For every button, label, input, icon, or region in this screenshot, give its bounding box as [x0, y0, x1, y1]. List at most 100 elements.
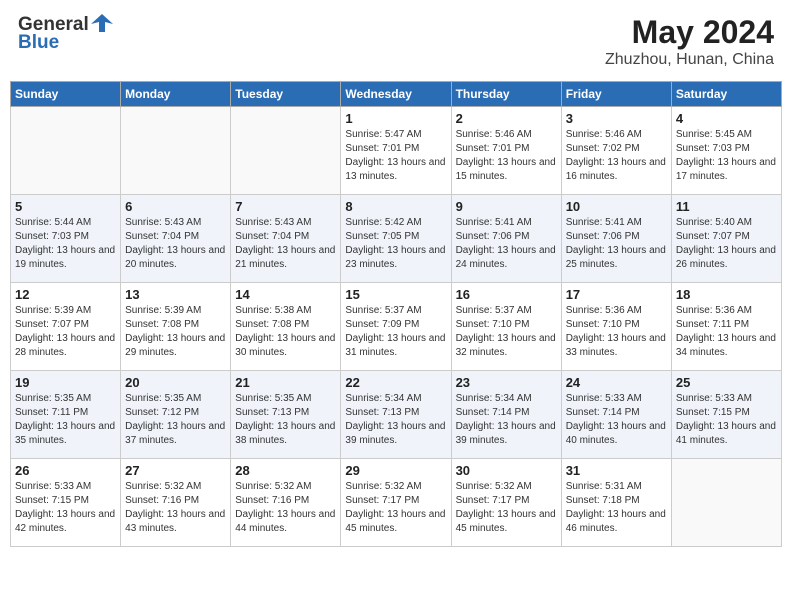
calendar-cell: 17 Sunrise: 5:36 AMSunset: 7:10 PMDayligh…	[561, 283, 671, 371]
day-number: 12	[15, 287, 116, 302]
day-number: 6	[125, 199, 226, 214]
calendar-cell: 31 Sunrise: 5:31 AMSunset: 7:18 PMDayligh…	[561, 459, 671, 547]
cell-info: Sunrise: 5:37 AMSunset: 7:09 PMDaylight:…	[345, 304, 446, 360]
page-header: General Blue May 2024 Zhuzhou, Hunan, Ch…	[10, 10, 782, 73]
cell-info: Sunrise: 5:39 AMSunset: 7:07 PMDaylight:…	[15, 304, 116, 360]
day-number: 4	[676, 111, 777, 126]
calendar-cell: 28Sunrise: 5:32 AMSunset: 7:16 PMDayligh…	[231, 459, 341, 547]
day-number: 10	[566, 199, 667, 214]
day-number: 30	[456, 463, 557, 478]
cell-info: Sunrise: 5:35 AMSunset: 7:12 PMDaylight:…	[125, 392, 226, 448]
cell-info: Sunrise: 5:46 AMSunset: 7:02 PMDaylight:…	[566, 128, 667, 184]
day-number: 14	[235, 287, 336, 302]
calendar-cell	[11, 107, 121, 195]
cell-info: Sunrise: 5:47 AMSunset: 7:01 PMDaylight:…	[345, 128, 446, 184]
calendar-cell: 30 Sunrise: 5:32 AMSunset: 7:17 PMDayligh…	[451, 459, 561, 547]
cell-info: Sunrise: 5:43 AMSunset: 7:04 PMDaylight:…	[125, 216, 226, 272]
calendar-cell: 10 Sunrise: 5:41 AMSunset: 7:06 PMDayligh…	[561, 195, 671, 283]
cell-info: Sunrise: 5:39 AMSunset: 7:08 PMDaylight:…	[125, 304, 226, 360]
day-number: 17	[566, 287, 667, 302]
week-row-1: 1 Sunrise: 5:47 AMSunset: 7:01 PMDaylight…	[11, 107, 782, 195]
day-header-tuesday: Tuesday	[231, 82, 341, 107]
cell-info: Sunrise: 5:32 AMSunset: 7:17 PMDaylight:…	[345, 480, 446, 536]
cell-info: Sunrise: 5:43 AMSunset: 7:04 PMDaylight:…	[235, 216, 336, 272]
calendar-cell: 20 Sunrise: 5:35 AMSunset: 7:12 PMDayligh…	[121, 371, 231, 459]
day-number: 19	[15, 375, 116, 390]
logo: General Blue	[18, 14, 113, 54]
calendar-cell: 9 Sunrise: 5:41 AMSunset: 7:06 PMDaylight…	[451, 195, 561, 283]
calendar-cell: 4 Sunrise: 5:45 AMSunset: 7:03 PMDaylight…	[671, 107, 781, 195]
day-number: 13	[125, 287, 226, 302]
day-number: 9	[456, 199, 557, 214]
day-number: 7	[235, 199, 336, 214]
week-row-4: 19 Sunrise: 5:35 AMSunset: 7:11 PMDayligh…	[11, 371, 782, 459]
day-header-wednesday: Wednesday	[341, 82, 451, 107]
day-number: 27	[125, 463, 226, 478]
day-header-saturday: Saturday	[671, 82, 781, 107]
day-header-thursday: Thursday	[451, 82, 561, 107]
cell-info: Sunrise: 5:32 AMSunset: 7:16 PMDaylight:…	[125, 480, 226, 536]
calendar-cell: 13 Sunrise: 5:39 AMSunset: 7:08 PMDayligh…	[121, 283, 231, 371]
cell-info: Sunrise: 5:45 AMSunset: 7:03 PMDaylight:…	[676, 128, 777, 184]
day-number: 3	[566, 111, 667, 126]
calendar-cell: 24 Sunrise: 5:33 AMSunset: 7:14 PMDayligh…	[561, 371, 671, 459]
calendar-cell: 11Sunrise: 5:40 AMSunset: 7:07 PMDayligh…	[671, 195, 781, 283]
cell-info: Sunrise: 5:31 AMSunset: 7:18 PMDaylight:…	[566, 480, 667, 536]
day-header-sunday: Sunday	[11, 82, 121, 107]
cell-info: Sunrise: 5:40 AMSunset: 7:07 PMDaylight:…	[676, 216, 777, 272]
day-number: 26	[15, 463, 116, 478]
cell-info: Sunrise: 5:33 AMSunset: 7:14 PMDaylight:…	[566, 392, 667, 448]
cell-info: Sunrise: 5:35 AMSunset: 7:11 PMDaylight:…	[15, 392, 116, 448]
calendar-cell: 19 Sunrise: 5:35 AMSunset: 7:11 PMDayligh…	[11, 371, 121, 459]
cell-info: Sunrise: 5:32 AMSunset: 7:17 PMDaylight:…	[456, 480, 557, 536]
calendar-cell	[121, 107, 231, 195]
logo-blue-text: Blue	[18, 32, 59, 54]
calendar-cell: 27 Sunrise: 5:32 AMSunset: 7:16 PMDayligh…	[121, 459, 231, 547]
week-row-5: 26 Sunrise: 5:33 AMSunset: 7:15 PMDayligh…	[11, 459, 782, 547]
day-header-friday: Friday	[561, 82, 671, 107]
cell-info: Sunrise: 5:34 AMSunset: 7:13 PMDaylight:…	[345, 392, 446, 448]
day-number: 20	[125, 375, 226, 390]
month-title: May 2024	[605, 14, 774, 51]
day-number: 8	[345, 199, 446, 214]
cell-info: Sunrise: 5:33 AMSunset: 7:15 PMDaylight:…	[15, 480, 116, 536]
calendar-cell: 5 Sunrise: 5:44 AMSunset: 7:03 PMDaylight…	[11, 195, 121, 283]
calendar-cell	[231, 107, 341, 195]
day-header-monday: Monday	[121, 82, 231, 107]
cell-info: Sunrise: 5:37 AMSunset: 7:10 PMDaylight:…	[456, 304, 557, 360]
calendar-cell: 14Sunrise: 5:38 AMSunset: 7:08 PMDayligh…	[231, 283, 341, 371]
day-number: 21	[235, 375, 336, 390]
cell-info: Sunrise: 5:46 AMSunset: 7:01 PMDaylight:…	[456, 128, 557, 184]
day-number: 25	[676, 375, 777, 390]
cell-info: Sunrise: 5:34 AMSunset: 7:14 PMDaylight:…	[456, 392, 557, 448]
calendar-cell: 8 Sunrise: 5:42 AMSunset: 7:05 PMDaylight…	[341, 195, 451, 283]
calendar-cell: 21 Sunrise: 5:35 AMSunset: 7:13 PMDayligh…	[231, 371, 341, 459]
cell-info: Sunrise: 5:36 AMSunset: 7:10 PMDaylight:…	[566, 304, 667, 360]
cell-info: Sunrise: 5:36 AMSunset: 7:11 PMDaylight:…	[676, 304, 777, 360]
cell-info: Sunrise: 5:42 AMSunset: 7:05 PMDaylight:…	[345, 216, 446, 272]
calendar-cell: 7 Sunrise: 5:43 AMSunset: 7:04 PMDaylight…	[231, 195, 341, 283]
week-row-2: 5 Sunrise: 5:44 AMSunset: 7:03 PMDaylight…	[11, 195, 782, 283]
day-number: 5	[15, 199, 116, 214]
calendar-cell: 26 Sunrise: 5:33 AMSunset: 7:15 PMDayligh…	[11, 459, 121, 547]
cell-info: Sunrise: 5:41 AMSunset: 7:06 PMDaylight:…	[566, 216, 667, 272]
calendar-cell: 6 Sunrise: 5:43 AMSunset: 7:04 PMDaylight…	[121, 195, 231, 283]
day-number: 31	[566, 463, 667, 478]
day-number: 18	[676, 287, 777, 302]
calendar-cell: 2Sunrise: 5:46 AMSunset: 7:01 PMDaylight…	[451, 107, 561, 195]
day-number: 15	[345, 287, 446, 302]
calendar-cell: 29Sunrise: 5:32 AMSunset: 7:17 PMDayligh…	[341, 459, 451, 547]
title-area: May 2024 Zhuzhou, Hunan, China	[605, 14, 774, 69]
cell-info: Sunrise: 5:32 AMSunset: 7:16 PMDaylight:…	[235, 480, 336, 536]
calendar-cell: 25Sunrise: 5:33 AMSunset: 7:15 PMDayligh…	[671, 371, 781, 459]
days-header-row: SundayMondayTuesdayWednesdayThursdayFrid…	[11, 82, 782, 107]
day-number: 24	[566, 375, 667, 390]
day-number: 1	[345, 111, 446, 126]
calendar-cell: 23Sunrise: 5:34 AMSunset: 7:14 PMDayligh…	[451, 371, 561, 459]
day-number: 16	[456, 287, 557, 302]
week-row-3: 12 Sunrise: 5:39 AMSunset: 7:07 PMDayligh…	[11, 283, 782, 371]
cell-info: Sunrise: 5:44 AMSunset: 7:03 PMDaylight:…	[15, 216, 116, 272]
cell-info: Sunrise: 5:35 AMSunset: 7:13 PMDaylight:…	[235, 392, 336, 448]
cell-info: Sunrise: 5:41 AMSunset: 7:06 PMDaylight:…	[456, 216, 557, 272]
calendar-cell	[671, 459, 781, 547]
